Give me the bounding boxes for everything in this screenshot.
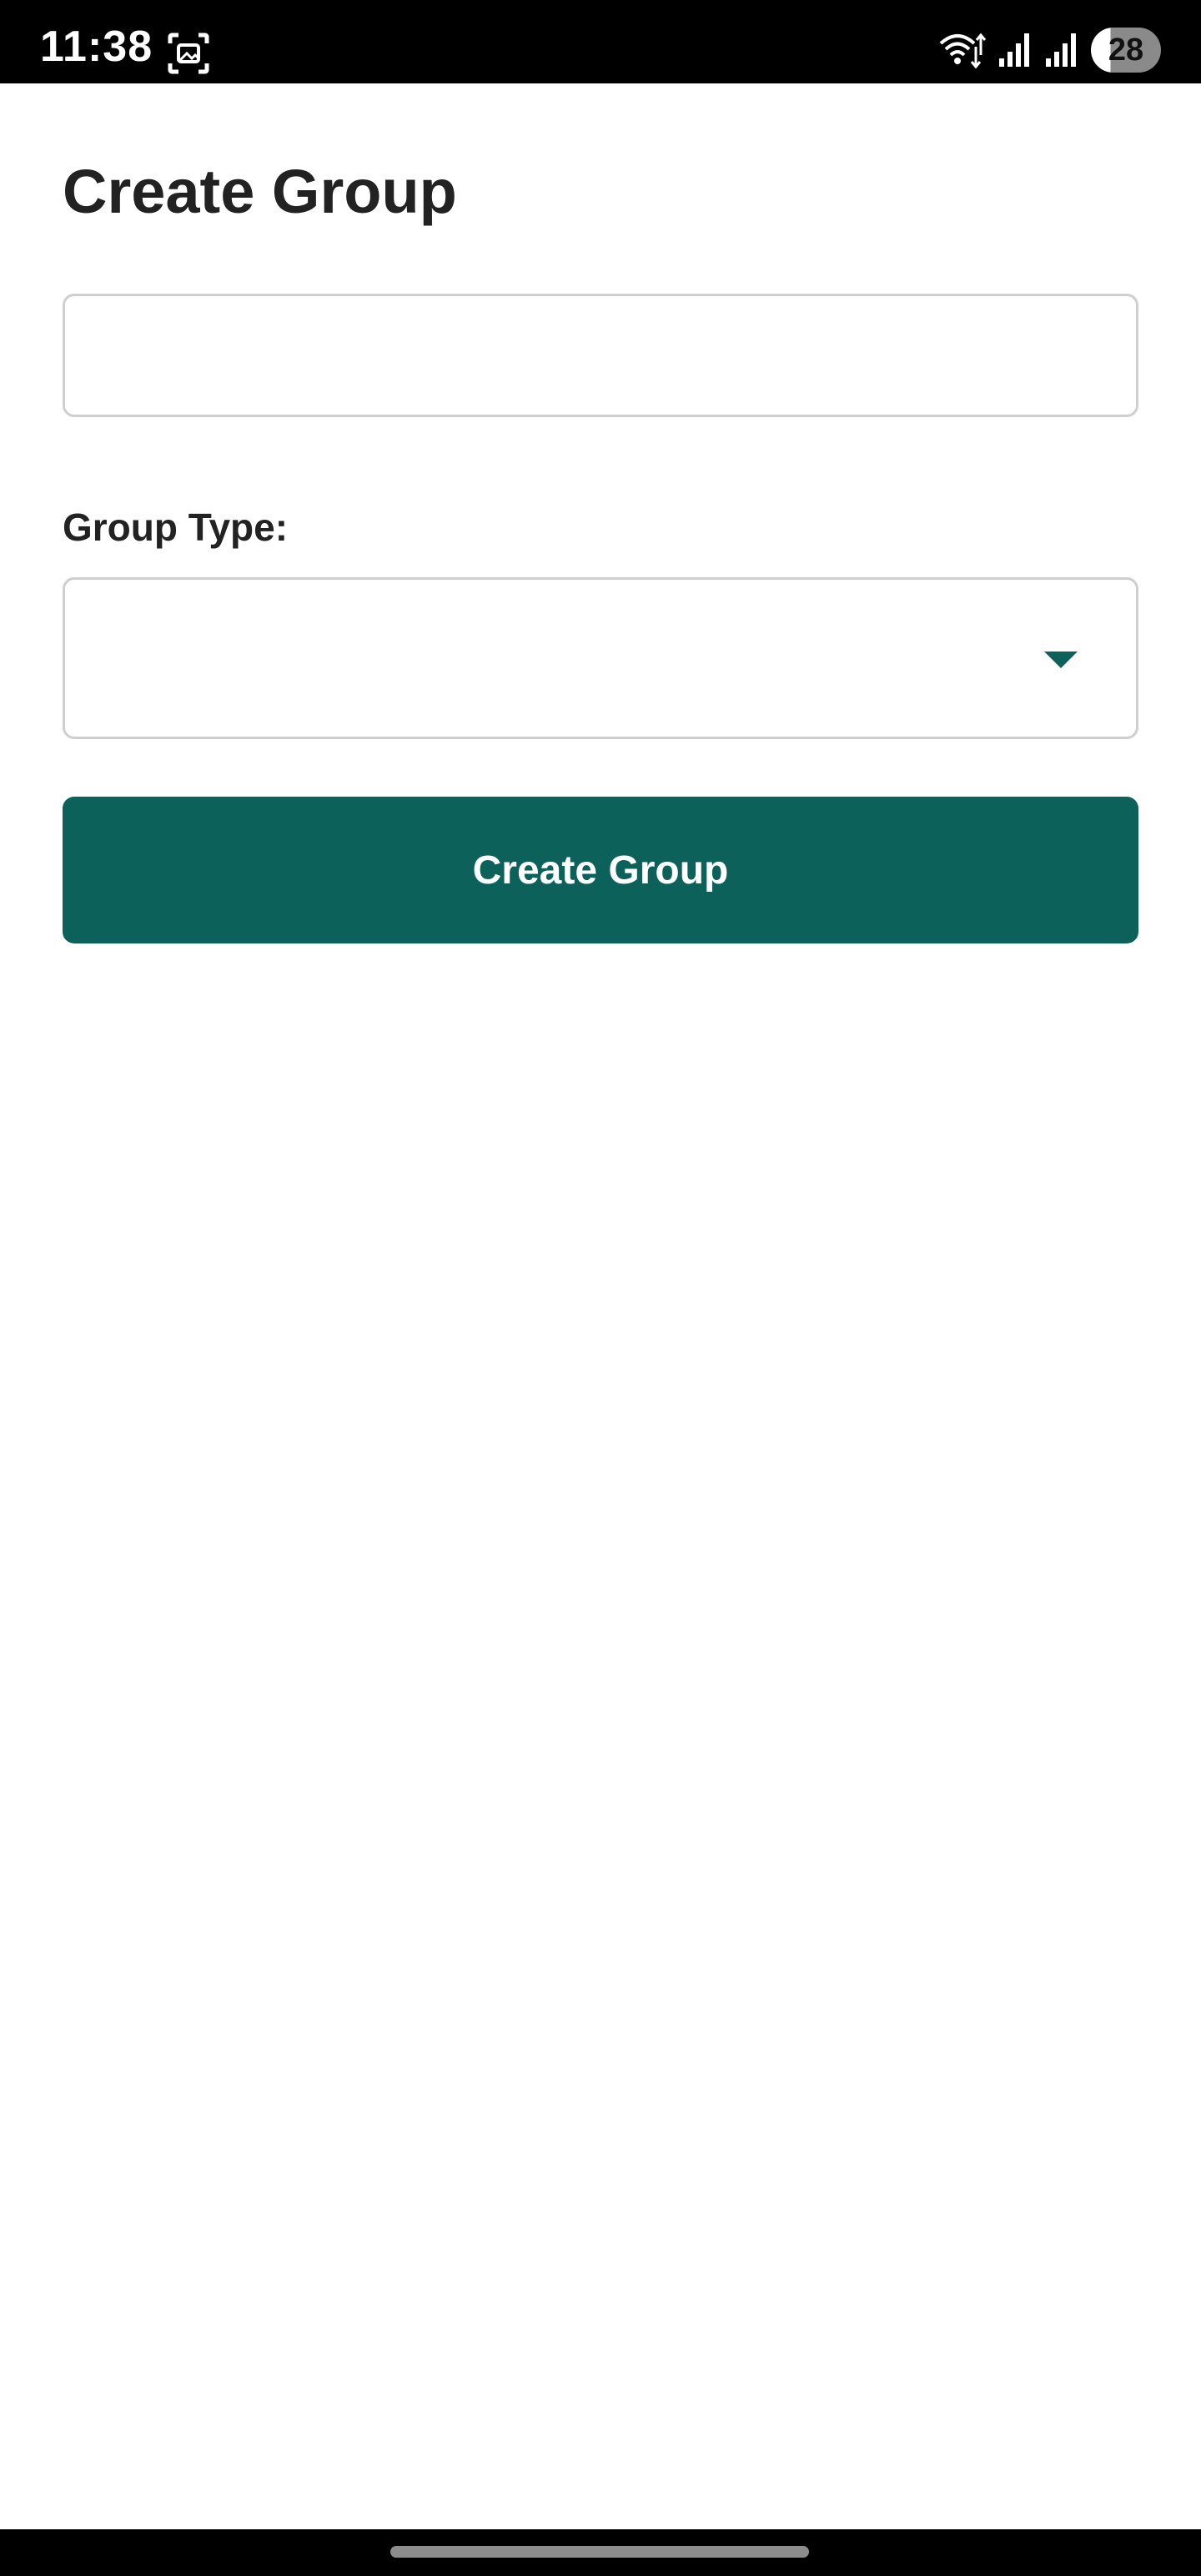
create-group-button[interactable]: Create Group xyxy=(63,797,1138,943)
group-type-select[interactable] xyxy=(63,577,1138,739)
dropdown-arrow-icon xyxy=(1044,652,1078,668)
navigation-bar xyxy=(0,2529,1201,2576)
status-bar: 11:38 28 xyxy=(0,0,1201,83)
wifi-icon xyxy=(937,30,986,70)
status-icons: 28 xyxy=(937,25,1161,75)
page-title: Create Group xyxy=(63,157,457,226)
signal-icon xyxy=(997,32,1033,68)
battery-icon: 28 xyxy=(1091,28,1161,73)
screenshot-icon xyxy=(167,32,210,75)
status-time: 11:38 xyxy=(40,23,153,71)
signal-icon xyxy=(1044,32,1079,68)
group-type-label: Group Type: xyxy=(63,506,289,549)
home-handle[interactable] xyxy=(390,2546,809,2558)
group-name-input[interactable] xyxy=(63,294,1138,417)
